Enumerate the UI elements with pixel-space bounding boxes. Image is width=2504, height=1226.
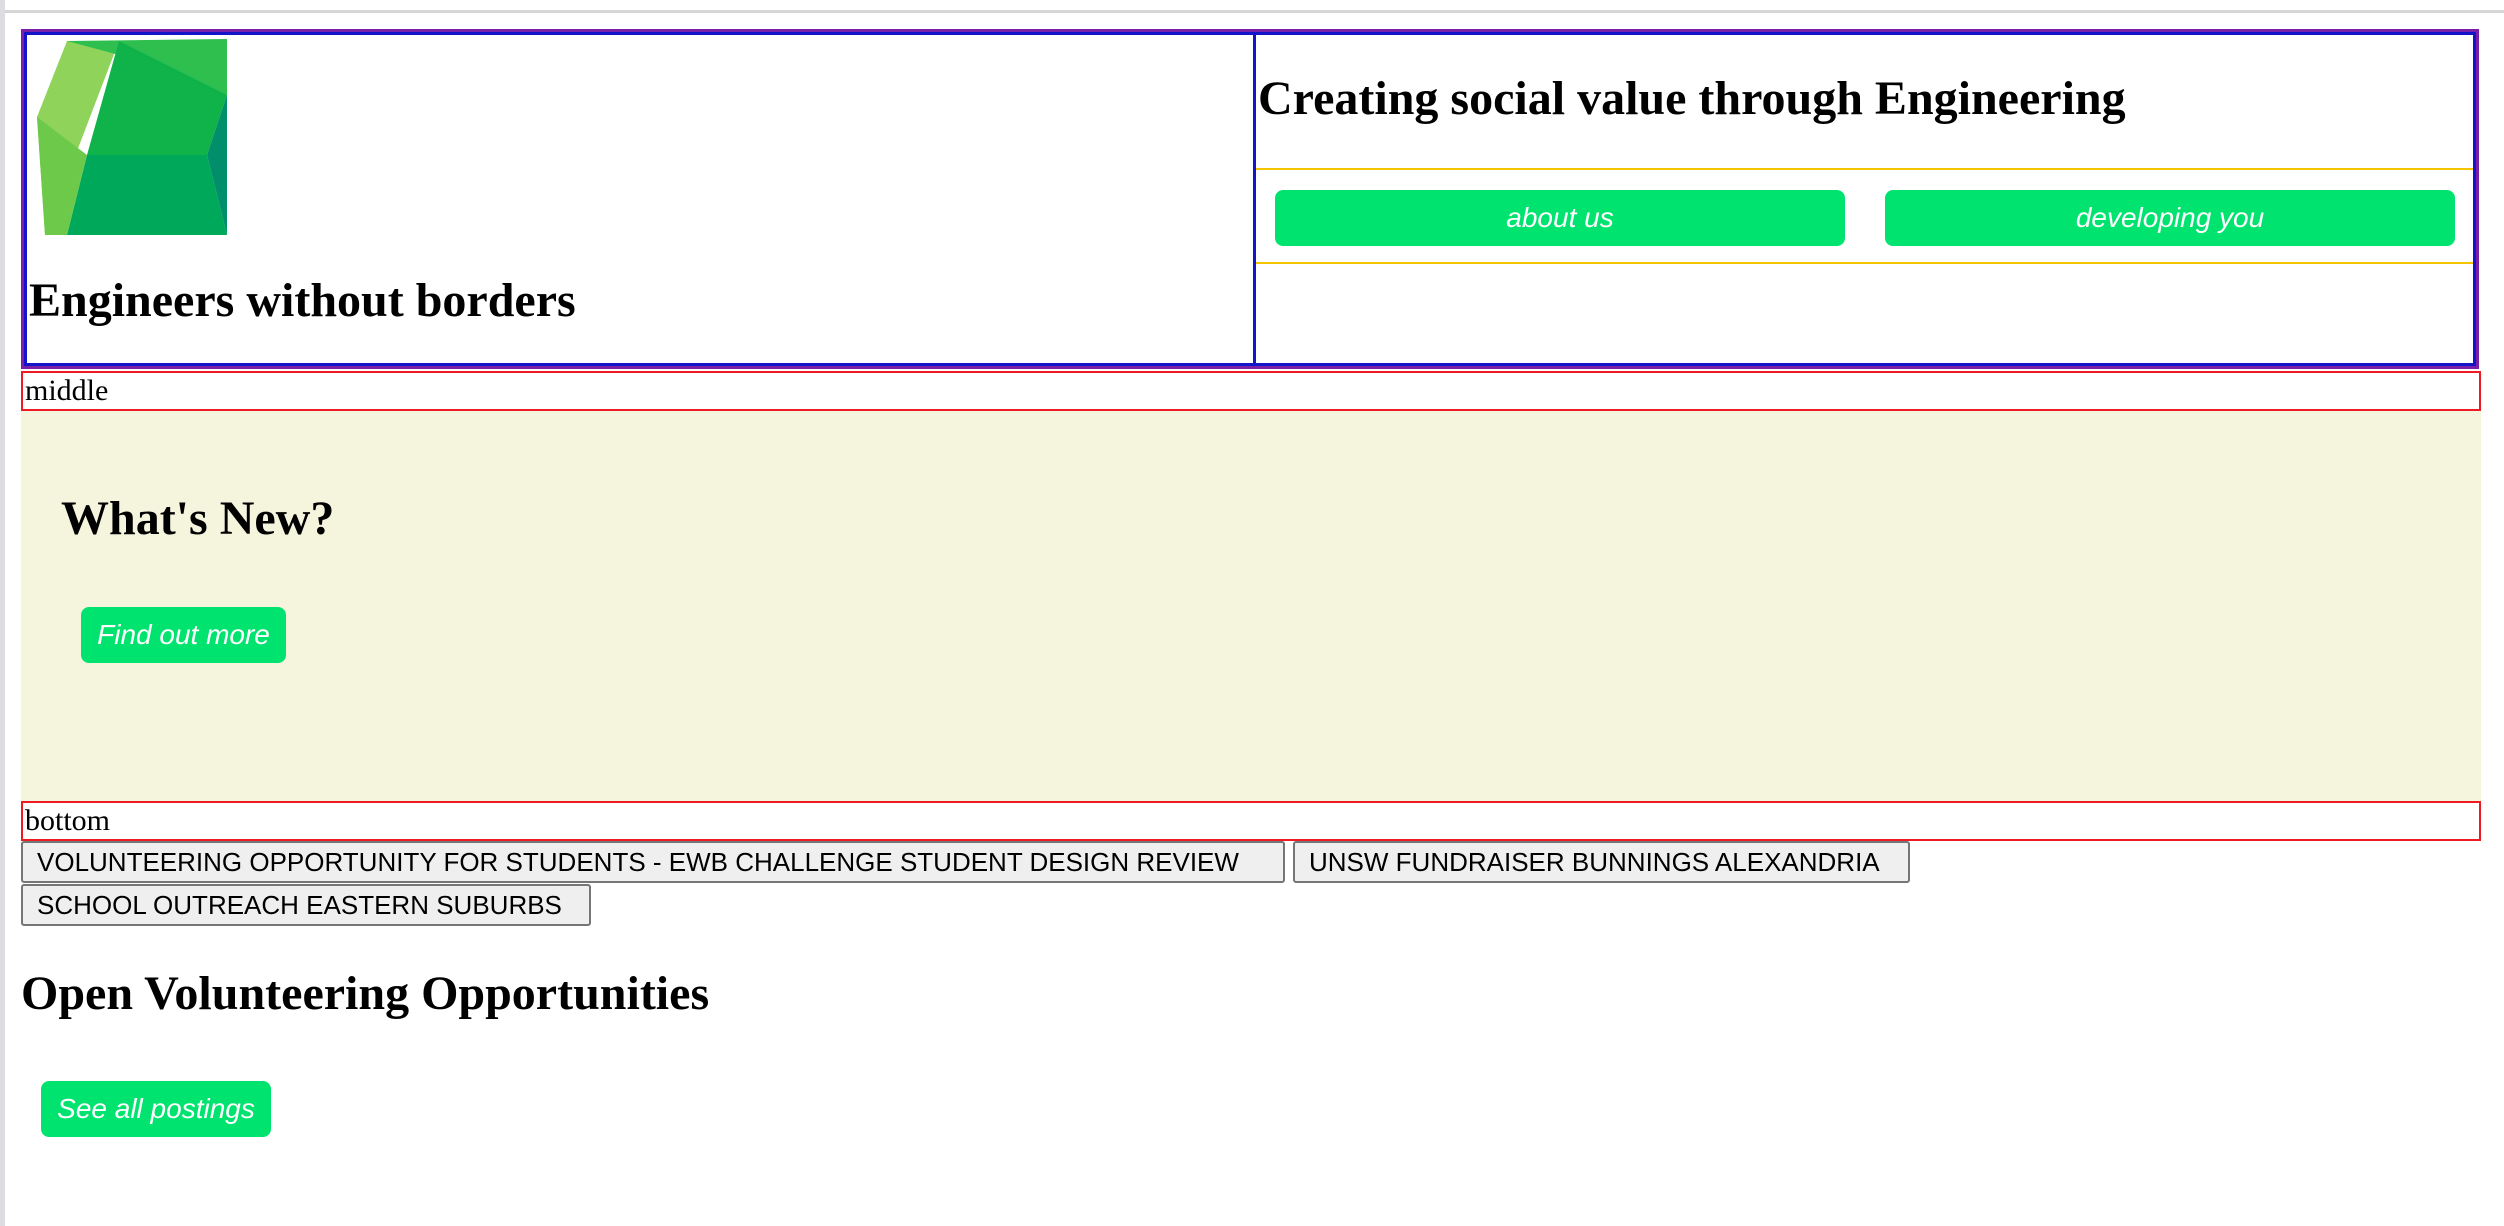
find-out-more-button[interactable]: Find out more: [81, 607, 286, 663]
tagline-heading: Creating social value through Engineerin…: [1258, 72, 2126, 125]
logo-icon: [27, 35, 229, 237]
window-left-edge: [0, 0, 5, 1226]
header-left-panel: Engineers without borders: [24, 32, 1253, 366]
open-opportunities-heading: Open Volunteering Opportunities: [21, 967, 710, 1020]
whats-new-heading: What's New?: [61, 492, 335, 545]
header-right-panel: Creating social value through Engineerin…: [1253, 32, 2476, 366]
nav-about-us-button[interactable]: about us: [1275, 190, 1845, 246]
see-all-postings-button[interactable]: See all postings: [41, 1081, 271, 1137]
top-divider: [5, 10, 2504, 13]
nav-developing-you-button[interactable]: developing you: [1885, 190, 2455, 246]
bottom-section-label: bottom: [21, 801, 2481, 841]
site-header: Engineers without borders Creating socia…: [21, 29, 2479, 369]
org-name-heading: Engineers without borders: [29, 274, 576, 327]
main-nav: about us developing you: [1256, 168, 2473, 264]
middle-section-label: middle: [21, 371, 2481, 411]
opportunity-button-bunnings-fundraiser[interactable]: UNSW FUNDRAISER BUNNINGS ALEXANDRIA: [1293, 841, 1910, 883]
whats-new-panel: What's New? Find out more: [21, 411, 2481, 801]
opportunity-button-school-outreach[interactable]: SCHOOL OUTREACH EASTERN SUBURBS: [21, 884, 591, 926]
opportunity-button-ewb-challenge[interactable]: VOLUNTEERING OPPORTUNITY FOR STUDENTS - …: [21, 841, 1285, 883]
